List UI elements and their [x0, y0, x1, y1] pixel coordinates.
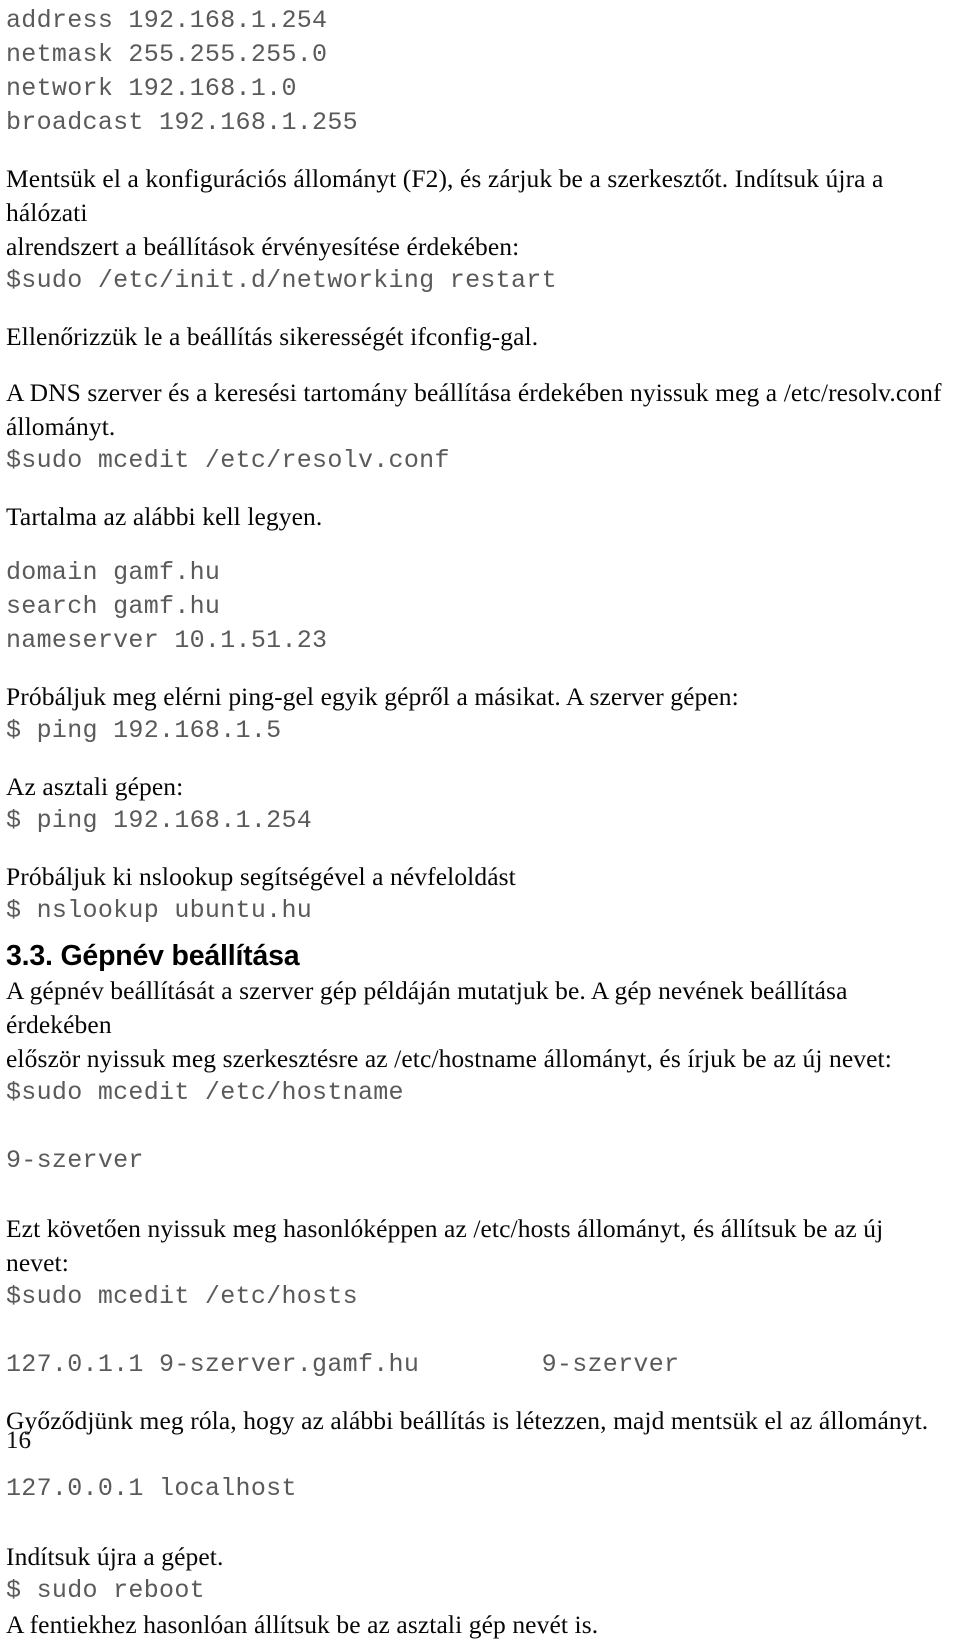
paragraph-nslookup: Próbáljuk ki nslookup segítségével a név… [6, 862, 516, 891]
code-line-nslookup: $ nslookup ubuntu.hu [6, 896, 313, 925]
page-number: 16 [6, 1427, 31, 1454]
code-line-localhost-entry: 127.0.0.1 localhost [6, 1474, 297, 1503]
code-line-netmask: netmask 255.255.255.0 [6, 40, 328, 69]
code-line-broadcast: broadcast 192.168.1.255 [6, 108, 358, 137]
code-line-reboot: $ sudo reboot [6, 1576, 205, 1605]
paragraph-ping-intro: Próbáljuk meg elérni ping-gel egyik gépr… [6, 682, 739, 711]
code-line-hosts-entry: 127.0.1.1 9-szerver.gamf.hu 9-szerver [6, 1350, 680, 1379]
code-line-mcedit-hostname: $sudo mcedit /etc/hostname [6, 1078, 404, 1107]
page-footer: 16 [6, 1426, 31, 1456]
code-line-hostname-value: 9-szerver [6, 1146, 144, 1175]
paragraph-desktop-hostname: A fentiekhez hasonlóan állítsuk be az as… [6, 1610, 599, 1639]
section-heading-3-3: 3.3. Gépnév beállítása [6, 940, 300, 972]
paragraph-hosts-intro: Ezt követően nyissuk meg hasonlóképpen a… [6, 1214, 890, 1277]
paragraph-verify-ifconfig: Ellenőrizzük le a beállítás sikerességét… [6, 322, 539, 351]
paragraph-localhost-check: Győződjünk meg róla, hogy az alábbi beál… [6, 1406, 929, 1435]
code-line-ping-server: $ ping 192.168.1.5 [6, 716, 282, 745]
code-line-search: search gamf.hu [6, 592, 221, 621]
code-line-ping-desktop: $ ping 192.168.1.254 [6, 806, 313, 835]
code-line-nameserver: nameserver 10.1.51.23 [6, 626, 328, 655]
code-line-mcedit-hosts: $sudo mcedit /etc/hosts [6, 1282, 358, 1311]
document-page: address 192.168.1.254 netmask 255.255.25… [0, 0, 960, 1639]
paragraph-save-and-restart: Mentsük el a konfigurációs állományt (F2… [6, 164, 884, 261]
code-line-address: address 192.168.1.254 [6, 6, 328, 35]
code-line-network: network 192.168.1.0 [6, 74, 297, 103]
paragraph-contents-should-be: Tartalma az alábbi kell legyen. [6, 502, 323, 531]
code-line-domain: domain gamf.hu [6, 558, 221, 587]
code-line-mcedit-resolv: $sudo mcedit /etc/resolv.conf [6, 446, 450, 475]
page-content-flow: address 192.168.1.254 netmask 255.255.25… [6, 4, 952, 1642]
paragraph-hostname-intro: A gépnév beállítását a szerver gép példá… [6, 976, 892, 1073]
code-line-networking-restart: $sudo /etc/init.d/networking restart [6, 266, 557, 295]
paragraph-reboot: Indítsuk újra a gépet. [6, 1542, 224, 1571]
paragraph-dns-intro: A DNS szerver és a keresési tartomány be… [6, 378, 942, 441]
paragraph-desktop-machine: Az asztali gépen: [6, 772, 184, 801]
